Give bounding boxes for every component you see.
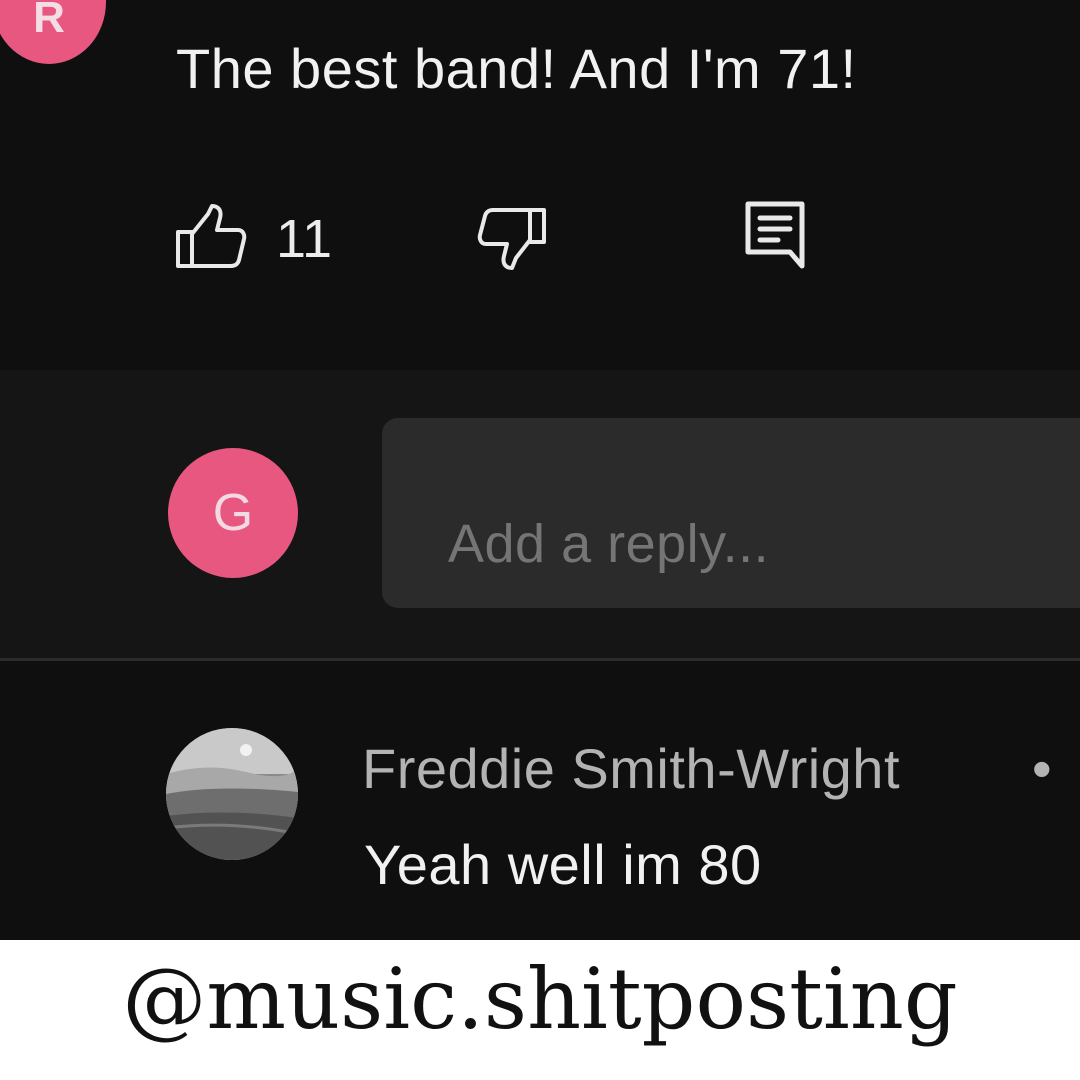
reply-input[interactable] [382, 418, 1080, 608]
commenter-avatar[interactable]: R [0, 0, 106, 64]
divider [0, 658, 1080, 661]
watermark-text: @music.shitposting [122, 950, 958, 1048]
reply-text: Yeah well im 80 [364, 833, 762, 896]
reply-author-name[interactable]: Freddie Smith-Wright [362, 736, 900, 801]
comment-text: The best band! And I'm 71! [176, 37, 857, 100]
current-user-avatar[interactable]: G [168, 448, 298, 578]
reply-button[interactable] [740, 198, 810, 274]
reply-author-avatar[interactable] [166, 728, 298, 860]
dislike-button[interactable] [468, 200, 552, 276]
reply-comment-icon [745, 201, 805, 269]
thumbs-down-icon [477, 208, 546, 270]
thumbs-up-icon [176, 204, 247, 268]
avatar-letter: G [212, 484, 254, 542]
like-count: 11 [276, 209, 333, 269]
landscape-photo-icon [166, 728, 298, 860]
author-separator: • [1032, 737, 1052, 800]
comment-thread: R The best band! And I'm 71! 11 G Add a … [0, 0, 1080, 940]
avatar-letter: R [33, 0, 65, 42]
like-button[interactable] [172, 200, 252, 276]
